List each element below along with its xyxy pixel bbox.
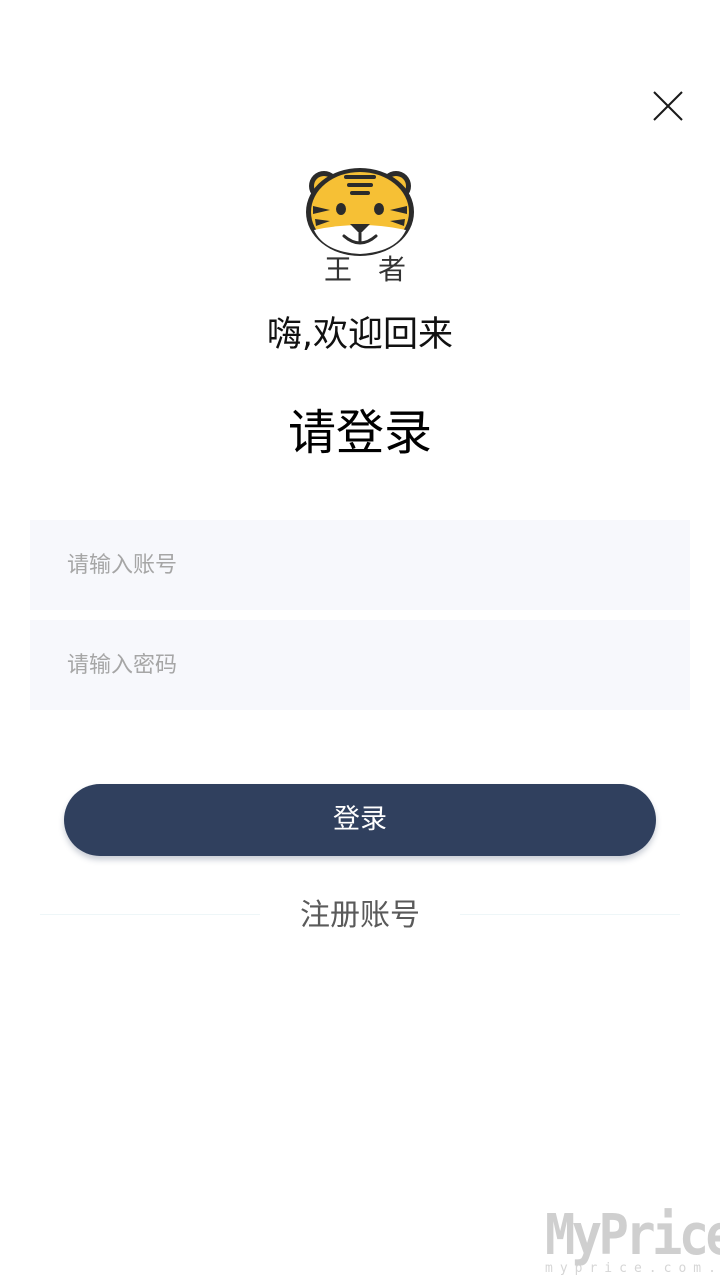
password-field: [30, 620, 690, 710]
logo-text: 王者: [324, 253, 433, 286]
tiger-face-icon: [300, 166, 420, 258]
account-input[interactable]: [30, 520, 690, 610]
watermark: MyPrice myprice.com.cn: [545, 1206, 720, 1280]
close-icon: [653, 91, 683, 121]
login-screen: 王者 嗨,欢迎回来 请登录 登录 注册账号 MyPrice myprice.co…: [0, 0, 720, 1280]
watermark-main: MyPrice: [545, 1206, 720, 1268]
divider-left: [40, 914, 260, 915]
close-button[interactable]: [648, 86, 688, 126]
password-input[interactable]: [30, 620, 690, 710]
account-field: [30, 520, 690, 610]
login-button[interactable]: 登录: [64, 784, 656, 856]
page-title: 请登录: [287, 405, 432, 461]
welcome-text: 嗨,欢迎回来: [266, 315, 454, 355]
divider-right: [460, 914, 680, 915]
register-link[interactable]: 注册账号: [260, 896, 460, 936]
